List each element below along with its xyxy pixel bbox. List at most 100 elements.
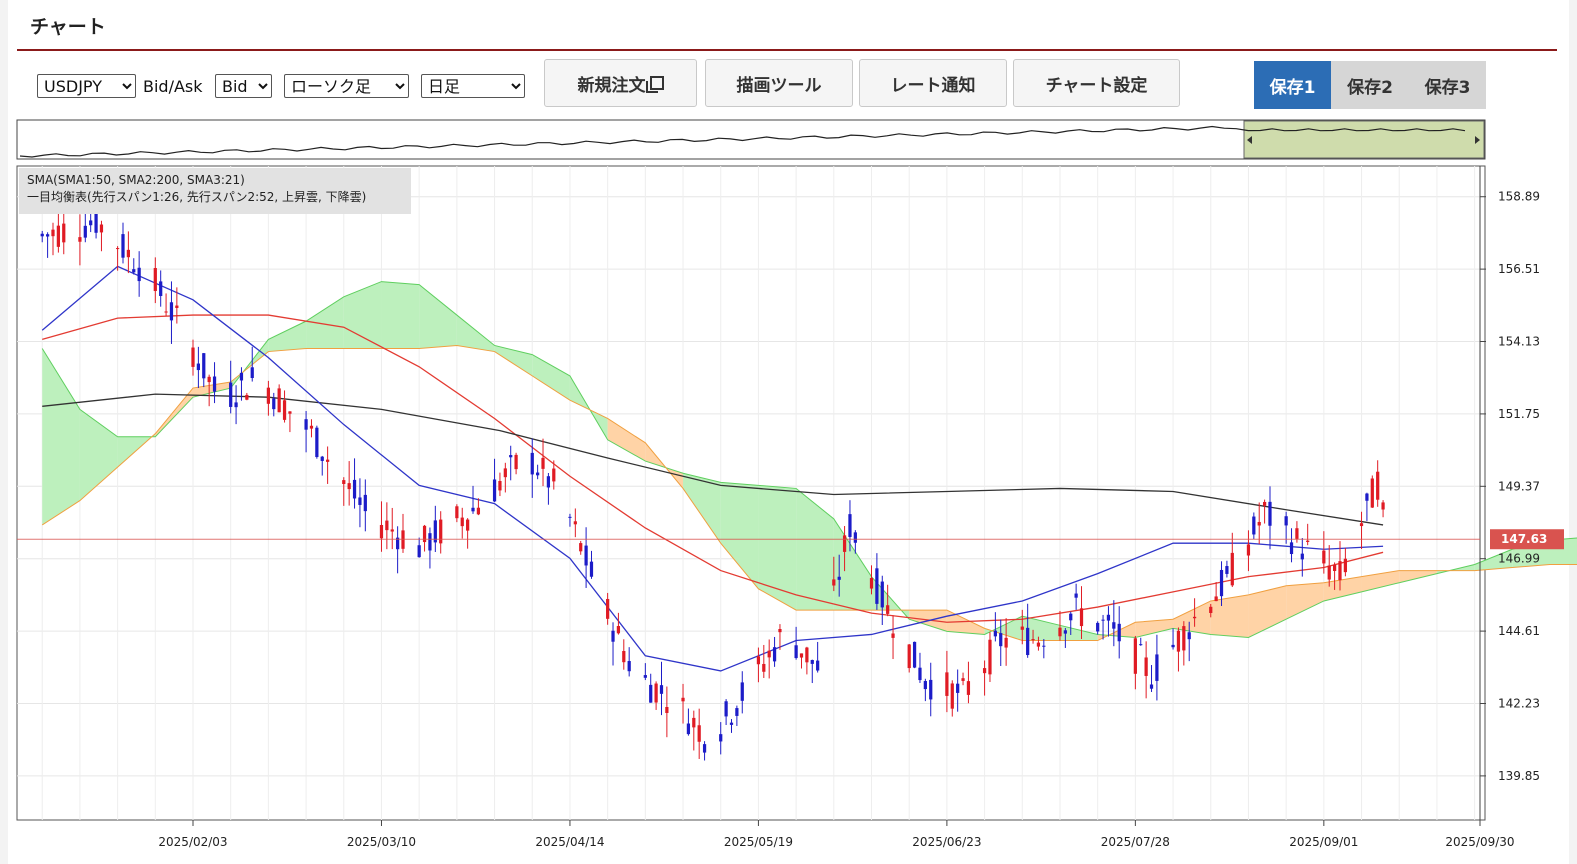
cloud-segment [381, 281, 420, 349]
candle-body [778, 629, 782, 633]
candle-body [681, 697, 685, 702]
candle-body [772, 647, 777, 662]
candle-body [1327, 565, 1331, 580]
candle-body [239, 372, 244, 381]
candle-body [175, 305, 179, 308]
candle-body [1332, 564, 1337, 571]
candle-body [282, 400, 287, 420]
price-chart[interactable]: 158.89 156.51 154.13 151.75 149.37 146.99 144.… [0, 0, 1577, 864]
candle-body [832, 579, 836, 586]
candle-body [56, 225, 60, 247]
candle-body [912, 641, 917, 668]
candle-body [929, 679, 933, 700]
candle-body [573, 521, 577, 525]
x-tick-label: 2025/05/19 [724, 835, 793, 849]
candle-body [390, 529, 394, 532]
candle-body [1036, 642, 1041, 647]
candle-body [1230, 552, 1234, 586]
candle-body [1133, 638, 1137, 674]
candle-body [541, 457, 545, 469]
candle-body [234, 402, 238, 408]
candle-body [202, 353, 206, 379]
candle-body [363, 494, 367, 512]
candle-body [1079, 608, 1084, 627]
candle-body [875, 568, 879, 604]
candle-body [196, 363, 201, 371]
candle-body [1074, 593, 1078, 598]
candle-body [229, 382, 233, 407]
candle-body [1176, 630, 1181, 652]
candle-body [1225, 566, 1229, 574]
candle-body [1117, 623, 1121, 642]
candle-body [309, 425, 314, 429]
candle-body [654, 683, 658, 703]
candle-body [853, 532, 857, 543]
candle-body [342, 480, 346, 485]
candle-body [1246, 544, 1251, 556]
candle-body [503, 468, 507, 478]
x-tick-label: 2025/06/23 [912, 835, 981, 849]
x-tick-label: 2025/07/28 [1101, 835, 1170, 849]
candle-body [1252, 516, 1256, 535]
candle-body [466, 519, 470, 531]
y-tick-label: 149.37 [1498, 479, 1540, 493]
candle-body [1063, 630, 1067, 634]
candle-body [794, 645, 798, 659]
candle-body [1343, 558, 1347, 573]
y-tick-label: 146.99 [1498, 552, 1540, 566]
candle-body [514, 454, 518, 470]
candle-body [611, 630, 615, 642]
candle-body [659, 685, 664, 694]
candle-body [762, 663, 766, 672]
candle-body [1101, 619, 1105, 621]
candle-body [315, 427, 319, 458]
candle-body [848, 514, 852, 537]
candle-body [907, 644, 911, 669]
candle-body [1187, 632, 1191, 640]
candle-body [347, 483, 351, 490]
candle-body [288, 411, 292, 414]
candle-body [842, 535, 847, 552]
candle-body [536, 472, 540, 476]
candle-body [729, 722, 734, 725]
candle-body [1262, 501, 1267, 506]
candle-body [191, 347, 195, 367]
candle-body [1214, 596, 1218, 602]
candle-body [304, 419, 308, 430]
candle-body [756, 656, 761, 665]
candle-body [99, 224, 104, 233]
candle-body [1257, 521, 1261, 526]
candle-body [697, 725, 701, 742]
candle-body [277, 388, 281, 413]
candle-body [471, 507, 475, 512]
x-tick-label: 2025/09/01 [1289, 835, 1358, 849]
candle-body [417, 545, 421, 558]
candle-body [886, 605, 890, 614]
candle-body [1359, 523, 1364, 527]
candle-body [993, 630, 997, 637]
candle-body [1376, 471, 1380, 500]
candle-body [1058, 627, 1062, 637]
candle-body [816, 660, 820, 671]
candle-body [982, 668, 987, 674]
candle-body [810, 660, 814, 664]
candle-body [272, 398, 276, 410]
candle-body [1026, 627, 1030, 656]
candle-body [164, 311, 168, 313]
candle-body [121, 234, 125, 258]
candle-body [1306, 540, 1310, 542]
candle-body [126, 249, 130, 258]
candle-body [568, 516, 572, 518]
candle-body [1139, 644, 1143, 646]
candle-body [966, 681, 971, 695]
candle-body [385, 520, 389, 531]
y-tick-label: 151.75 [1498, 407, 1540, 421]
candle-body [492, 479, 497, 502]
candle-body [643, 675, 647, 678]
candle-body [153, 268, 157, 292]
y-tick-label: 156.51 [1498, 262, 1540, 276]
candle-body [1031, 639, 1035, 641]
candle-body [1149, 684, 1154, 689]
candle-body [999, 633, 1003, 647]
x-tick-label: 2025/09/30 [1445, 835, 1514, 849]
